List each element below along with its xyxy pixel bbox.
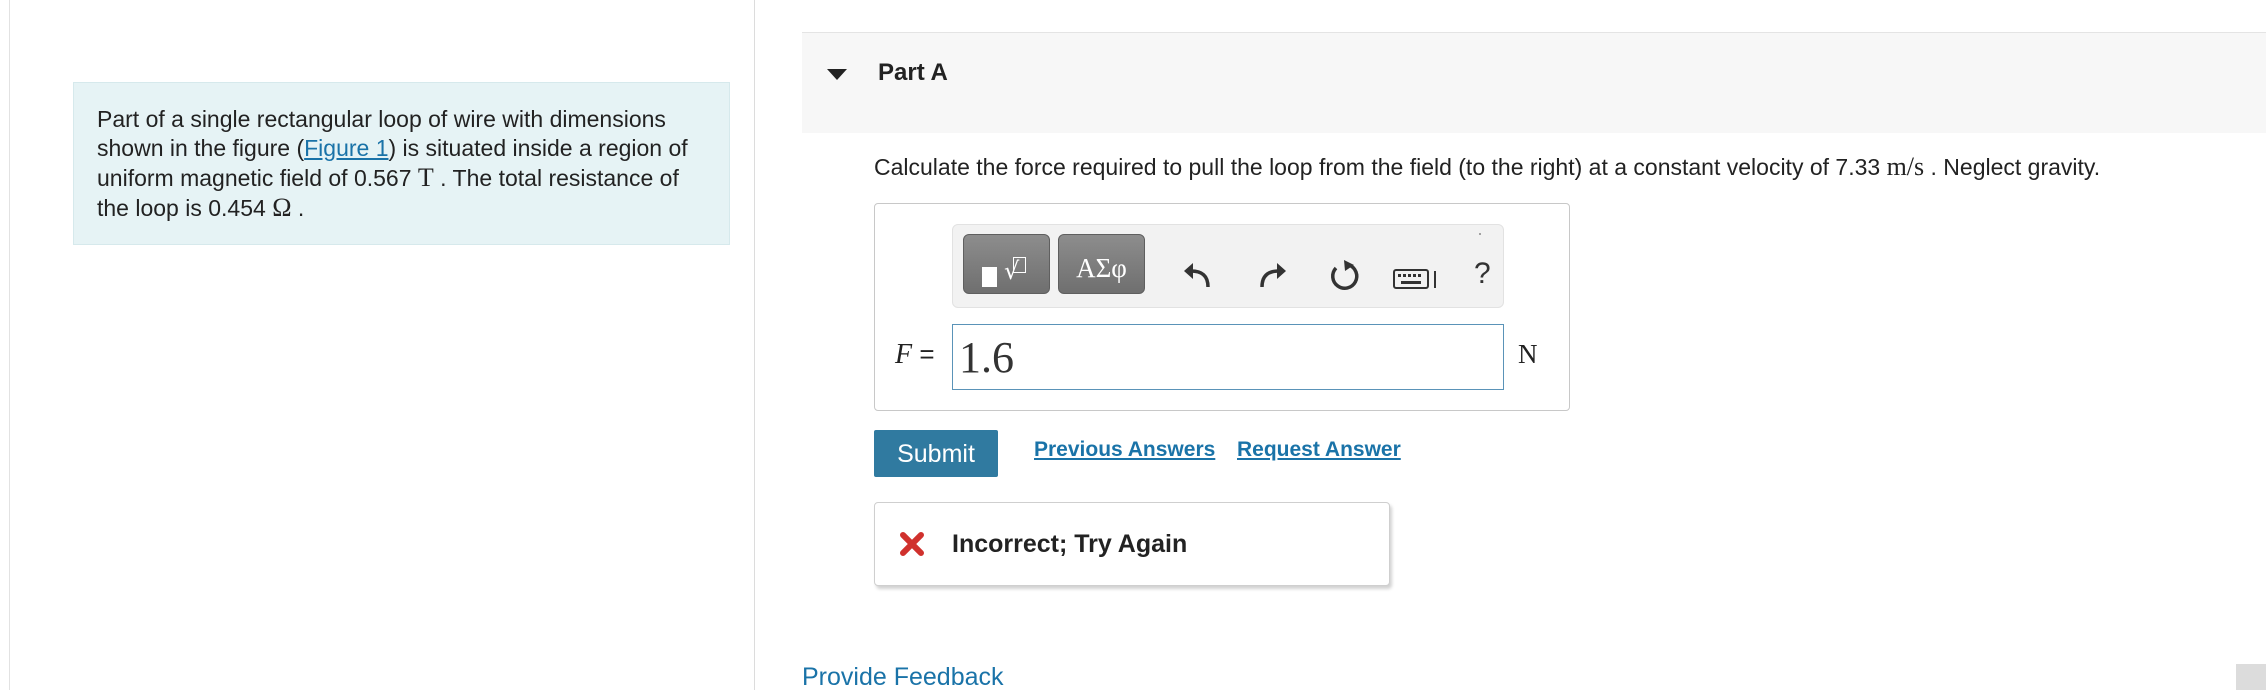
toolbar-dot	[1479, 233, 1481, 235]
greek-symbols-button[interactable]: ΑΣφ	[1058, 234, 1145, 294]
redo-icon[interactable]	[1255, 259, 1289, 293]
problem-text-4: .	[291, 195, 305, 221]
keyboard-icon[interactable]	[1393, 267, 1439, 291]
undo-icon[interactable]	[1181, 259, 1215, 293]
equals-sign: =	[912, 339, 935, 369]
question-text-end: . Neglect gravity.	[1924, 154, 2101, 180]
request-answer-link[interactable]: Request Answer	[1237, 438, 1401, 462]
resistance-unit: Ω	[272, 193, 292, 222]
answer-unit: N	[1518, 339, 1538, 369]
greek-symbols-label: ΑΣφ	[1076, 253, 1127, 283]
math-toolbar: √ ΑΣφ ?	[952, 224, 1504, 308]
template-block-icon	[982, 267, 997, 287]
answer-input[interactable]	[952, 324, 1504, 390]
reset-icon[interactable]	[1327, 259, 1361, 293]
pane-divider	[754, 0, 755, 690]
question-text-main: Calculate the force required to pull the…	[874, 154, 1887, 180]
corner-tab[interactable]	[2236, 664, 2266, 690]
part-title: Part A	[878, 59, 948, 86]
page-left-border	[9, 0, 10, 690]
problem-statement: Part of a single rectangular loop of wir…	[73, 82, 730, 245]
field-unit: T	[417, 163, 434, 192]
incorrect-x-icon	[900, 532, 924, 556]
question-text: Calculate the force required to pull the…	[874, 152, 2100, 182]
feedback-status-text: Incorrect; Try Again	[952, 530, 1188, 558]
templates-button[interactable]: √	[963, 234, 1050, 294]
feedback-message: Incorrect; Try Again	[874, 502, 1390, 586]
figure-link[interactable]: Figure 1	[304, 135, 388, 161]
part-a-header[interactable]: Part A	[802, 32, 2266, 133]
collapse-caret-icon[interactable]	[827, 69, 847, 80]
help-button[interactable]: ?	[1474, 257, 1491, 291]
submit-button[interactable]: Submit	[874, 430, 998, 477]
variable-symbol: F	[895, 339, 913, 370]
provide-feedback-link[interactable]: Provide Feedback	[802, 663, 1004, 692]
radical-icon: √	[1004, 257, 1020, 285]
answer-variable-label: F =	[895, 339, 935, 371]
answer-area: √ ΑΣφ ? F = N	[874, 203, 1570, 411]
velocity-unit: m/s	[1886, 152, 1925, 181]
previous-answers-link[interactable]: Previous Answers	[1034, 438, 1215, 462]
